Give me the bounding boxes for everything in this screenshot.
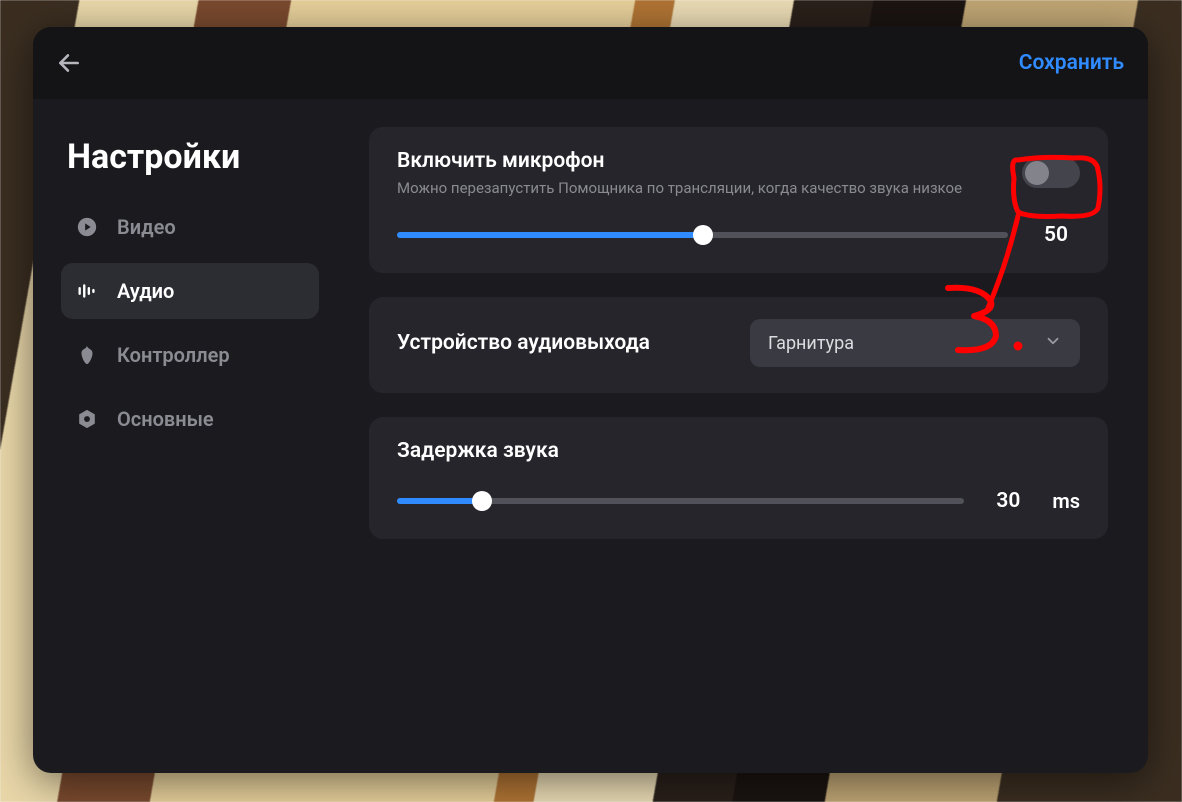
back-button[interactable] (47, 41, 91, 85)
sidebar-nav: Видео Аудио Контроллер (33, 199, 333, 447)
card-sound-delay: Задержка звука 30 ms (369, 417, 1108, 539)
mic-subtitle: Можно перезапустить Помощника по трансля… (397, 179, 962, 197)
audio-wave-icon (75, 279, 99, 303)
titlebar: Сохранить (33, 27, 1148, 99)
save-button[interactable]: Сохранить (1019, 51, 1124, 75)
delay-slider[interactable] (397, 493, 964, 509)
panel-body: Настройки Видео Аудио (33, 99, 1148, 773)
output-device-selected: Гарнитура (768, 333, 854, 354)
sidebar-item-controller[interactable]: Контроллер (61, 327, 319, 383)
card-output-device: Устройство аудиовыхода Гарнитура (369, 297, 1108, 393)
toggle-knob (1025, 161, 1049, 185)
sidebar: Настройки Видео Аудио (33, 99, 333, 773)
delay-value: 30 (988, 489, 1028, 513)
controller-icon (75, 343, 99, 367)
sidebar-item-general[interactable]: Основные (61, 391, 319, 447)
mic-volume-value: 50 (1032, 223, 1080, 247)
mic-volume-slider[interactable] (397, 227, 1008, 243)
slider-thumb[interactable] (693, 225, 713, 245)
arrow-left-icon (56, 50, 82, 76)
card-microphone: Включить микрофон Можно перезапустить По… (369, 127, 1108, 273)
mic-title: Включить микрофон (397, 149, 962, 173)
content-area: Включить микрофон Можно перезапустить По… (333, 99, 1148, 773)
delay-unit: ms (1052, 489, 1080, 513)
slider-fill (397, 232, 703, 238)
page-title: Настройки (33, 127, 333, 199)
mic-toggle[interactable] (1022, 158, 1080, 188)
play-icon (75, 215, 99, 239)
output-device-select[interactable]: Гарнитура (750, 319, 1080, 367)
slider-fill (397, 498, 482, 504)
settings-panel: Сохранить Настройки Видео Аудио (33, 27, 1148, 773)
output-title: Устройство аудиовыхода (397, 331, 650, 355)
sidebar-item-audio[interactable]: Аудио (61, 263, 319, 319)
chevron-down-icon (1044, 332, 1062, 355)
gear-icon (75, 407, 99, 431)
sidebar-item-label: Основные (117, 407, 214, 431)
sidebar-item-label: Аудио (117, 279, 174, 303)
sidebar-item-label: Видео (117, 215, 176, 239)
sidebar-item-label: Контроллер (117, 343, 230, 367)
sidebar-item-video[interactable]: Видео (61, 199, 319, 255)
delay-title: Задержка звука (397, 439, 1080, 463)
slider-thumb[interactable] (472, 491, 492, 511)
